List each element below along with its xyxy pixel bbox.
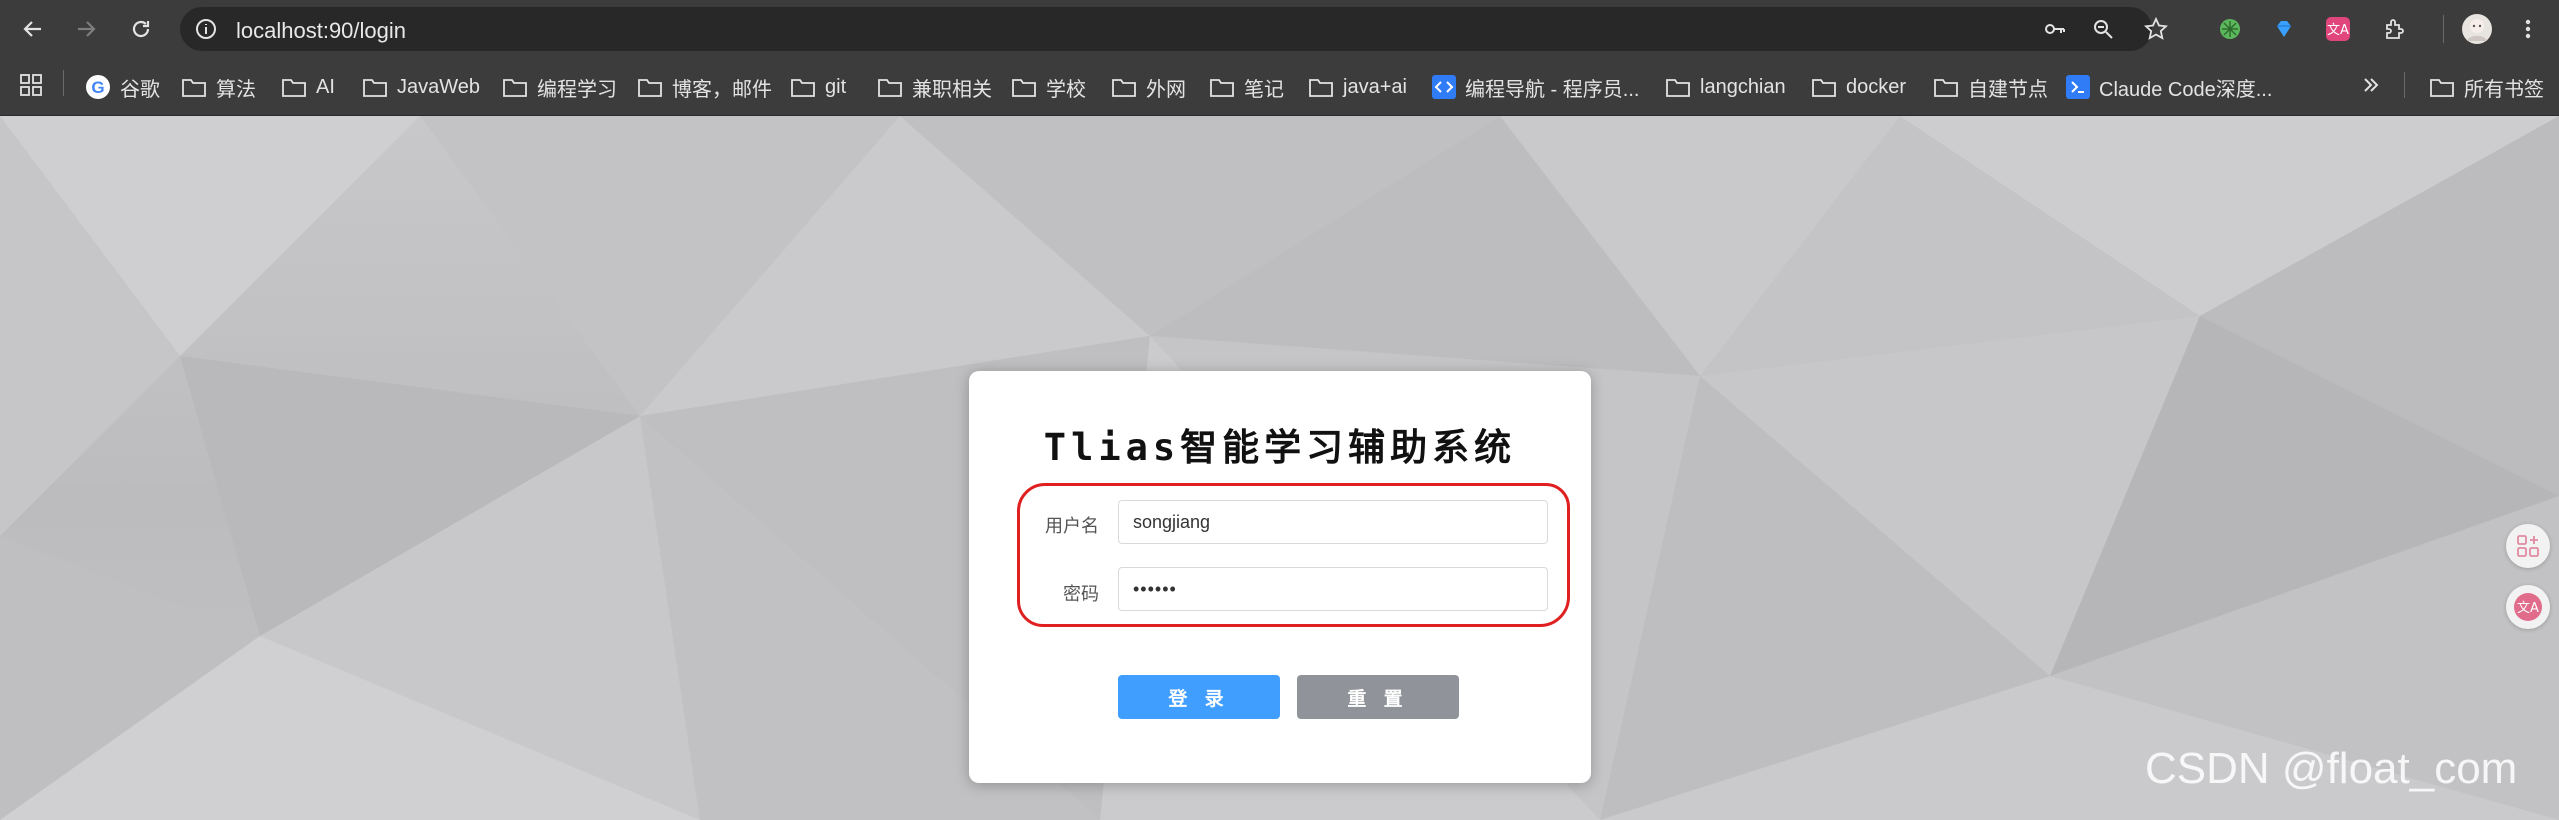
forward-button[interactable] [69, 12, 103, 46]
svg-text:文A: 文A [2327, 23, 2349, 38]
reload-icon [132, 20, 150, 38]
browser-toolbar: localhost:90/login 文A [0, 0, 2559, 58]
bookmark-folder[interactable]: 算法 [181, 72, 256, 102]
google-icon: G [86, 75, 110, 99]
bookmarks-divider [63, 70, 64, 96]
folder-icon [1934, 79, 1958, 97]
login-title: Tlias智能学习辅助系统 [1043, 426, 1517, 469]
folder-icon [1309, 79, 1333, 97]
folder-icon [878, 79, 902, 97]
folder-icon [503, 79, 527, 97]
bookmarks-divider [2404, 72, 2405, 98]
back-button[interactable] [16, 12, 50, 46]
arrow-right-icon [78, 21, 96, 37]
arrow-left-icon [23, 21, 41, 37]
password-input[interactable]: •••••• [1118, 567, 1548, 611]
translate-float-button[interactable]: 文A [2506, 585, 2550, 629]
toolbar-divider [2443, 15, 2444, 43]
bookmark-code-nav[interactable]: 编程导航 - 程序员... [1432, 72, 1639, 102]
extension-translate-icon[interactable]: 文A [2322, 13, 2354, 45]
bookmark-folder[interactable]: 外网 [1111, 72, 1186, 102]
bookmark-folder[interactable]: 兼职相关 [877, 72, 992, 102]
username-input[interactable]: songjiang [1118, 500, 1548, 544]
svg-text:文A: 文A [2517, 601, 2539, 616]
address-bar[interactable]: localhost:90/login [180, 7, 2152, 51]
folder-icon [2430, 79, 2454, 97]
info-icon[interactable] [194, 17, 218, 41]
profile-avatar-icon[interactable] [2459, 11, 2495, 47]
folder-icon [1666, 79, 1690, 97]
folder-icon [363, 79, 387, 97]
extensions-puzzle-icon[interactable] [2379, 13, 2411, 45]
bookmark-google[interactable]: G 谷歌 [85, 72, 160, 102]
zoom-icon[interactable] [2091, 17, 2115, 41]
folder-icon [1112, 79, 1136, 97]
reload-button[interactable] [124, 12, 158, 46]
bookmark-folder[interactable]: langchian [1665, 72, 1786, 102]
bookmark-folder[interactable]: 自建节点 [1933, 72, 2048, 102]
folder-icon [1812, 79, 1836, 97]
side-tool-button[interactable] [2506, 524, 2550, 568]
folder-icon [1012, 79, 1036, 97]
apps-grid-icon[interactable] [18, 72, 44, 98]
extension-diamond-icon[interactable] [2268, 13, 2300, 45]
watermark: CSDN @float_com [2145, 744, 2518, 793]
bookmark-claude[interactable]: Claude Code深度... [2066, 72, 2272, 102]
chevron-double-right-icon[interactable] [2360, 74, 2382, 96]
bookmark-folder[interactable]: JavaWeb [362, 72, 480, 102]
folder-icon [282, 79, 306, 97]
folder-icon [638, 79, 662, 97]
bookmark-star-icon[interactable] [2144, 17, 2168, 41]
bookmark-folder[interactable]: java+ai [1308, 72, 1407, 102]
bookmark-folder[interactable]: git [790, 72, 846, 102]
password-label: 密码 [1063, 584, 1099, 604]
browser-menu-icon[interactable] [2512, 13, 2544, 45]
svg-text:G: G [91, 78, 104, 97]
folder-icon [791, 79, 815, 97]
all-bookmarks[interactable]: 所有书签 [2429, 72, 2544, 102]
reset-button[interactable]: 重 置 [1297, 675, 1459, 719]
bookmark-folder[interactable]: AI [281, 72, 335, 102]
login-card: Tlias智能学习辅助系统 用户名 songjiang 密码 •••••• 登 … [969, 371, 1591, 783]
translate-icon: 文A [2514, 593, 2542, 621]
terminal-icon [2066, 75, 2090, 99]
url-text[interactable]: localhost:90/login [236, 18, 406, 44]
key-icon[interactable] [2043, 17, 2067, 41]
grid-plus-icon [2517, 535, 2539, 557]
star-icon[interactable] [2118, 17, 2142, 41]
bookmark-folder[interactable]: 学校 [1011, 72, 1086, 102]
folder-icon [182, 79, 206, 97]
code-nav-icon [1432, 75, 1456, 99]
extension-green-icon[interactable] [2214, 13, 2246, 45]
folder-icon [1210, 79, 1234, 97]
bookmark-folder[interactable]: 博客，邮件 [637, 72, 772, 102]
username-label: 用户名 [1045, 516, 1099, 536]
login-button[interactable]: 登 录 [1118, 675, 1280, 719]
bookmark-folder[interactable]: 笔记 [1209, 72, 1284, 102]
bookmark-folder[interactable]: 编程学习 [502, 72, 617, 102]
bookmark-folder[interactable]: docker [1811, 72, 1906, 102]
